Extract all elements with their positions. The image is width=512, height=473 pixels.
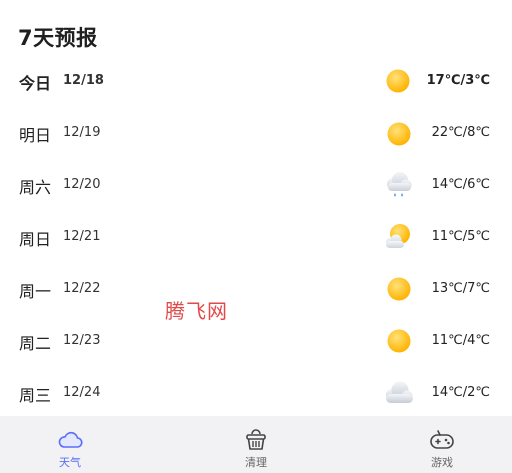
tab-label: 清理 xyxy=(245,456,267,469)
temperature-range: 11℃/5℃ xyxy=(431,229,490,244)
forecast-row-today[interactable]: 今日 12/18 17℃/3℃ xyxy=(0,55,512,107)
temperature-range: 17℃/3℃ xyxy=(426,73,490,88)
sunny-icon xyxy=(382,65,414,97)
date-label: 12/19 xyxy=(63,125,101,140)
forecast-row[interactable]: 周日 12/21 11℃/5℃ xyxy=(0,211,512,263)
day-label: 今日 xyxy=(19,74,52,93)
temperature-range: 11℃/4℃ xyxy=(431,333,490,348)
tab-cleanup[interactable]: 清理 xyxy=(186,416,326,473)
date-label: 12/22 xyxy=(63,281,101,296)
day-label: 明日 xyxy=(19,126,52,145)
date-label: 12/21 xyxy=(63,229,101,244)
forecast-row[interactable]: 周六 12/20 14℃/6℃ xyxy=(0,159,512,211)
tab-weather[interactable]: 天气 xyxy=(0,416,140,473)
broom-basket-icon xyxy=(242,427,270,453)
bottom-navigation: 天气 清理 游戏 xyxy=(0,416,512,473)
weather-page: 7天预报 今日 12/18 17℃/3℃ 明日 12/19 22℃/8℃ 周六 … xyxy=(0,0,512,473)
day-label: 周日 xyxy=(19,230,52,249)
sunny-icon xyxy=(382,273,414,305)
day-label: 周二 xyxy=(19,334,52,353)
tab-games[interactable]: 游戏 xyxy=(372,416,512,473)
forecast-row[interactable]: 明日 12/19 22℃/8℃ xyxy=(0,107,512,159)
temperature-range: 14℃/2℃ xyxy=(431,385,490,400)
watermark-text: 腾飞网 xyxy=(165,299,228,323)
forecast-row[interactable]: 周二 12/23 11℃/4℃ xyxy=(0,315,512,367)
partly-cloudy-icon xyxy=(382,221,414,253)
temperature-range: 13℃/7℃ xyxy=(431,281,490,296)
date-label: 12/23 xyxy=(63,333,101,348)
tab-label: 游戏 xyxy=(431,456,453,469)
gamepad-icon xyxy=(428,427,456,453)
date-label: 12/18 xyxy=(63,73,104,88)
date-label: 12/20 xyxy=(63,177,101,192)
forecast-row[interactable]: 周一 12/22 13℃/7℃ xyxy=(0,263,512,315)
sunny-icon xyxy=(382,325,414,357)
forecast-list: 今日 12/18 17℃/3℃ 明日 12/19 22℃/8℃ 周六 12/20 xyxy=(0,55,512,419)
tab-label: 天气 xyxy=(59,456,81,469)
forecast-row[interactable]: 周三 12/24 14℃/2℃ xyxy=(0,367,512,419)
day-label: 周六 xyxy=(19,178,52,197)
sunny-icon xyxy=(382,117,414,149)
rain-cloud-icon xyxy=(382,169,414,201)
temperature-range: 22℃/8℃ xyxy=(431,125,490,140)
day-label: 周三 xyxy=(19,386,52,405)
date-label: 12/24 xyxy=(63,385,101,400)
temperature-range: 14℃/6℃ xyxy=(431,177,490,192)
cloudy-icon xyxy=(382,377,414,409)
cloud-icon xyxy=(56,427,84,453)
page-title: 7天预报 xyxy=(18,26,98,50)
day-label: 周一 xyxy=(19,282,52,301)
